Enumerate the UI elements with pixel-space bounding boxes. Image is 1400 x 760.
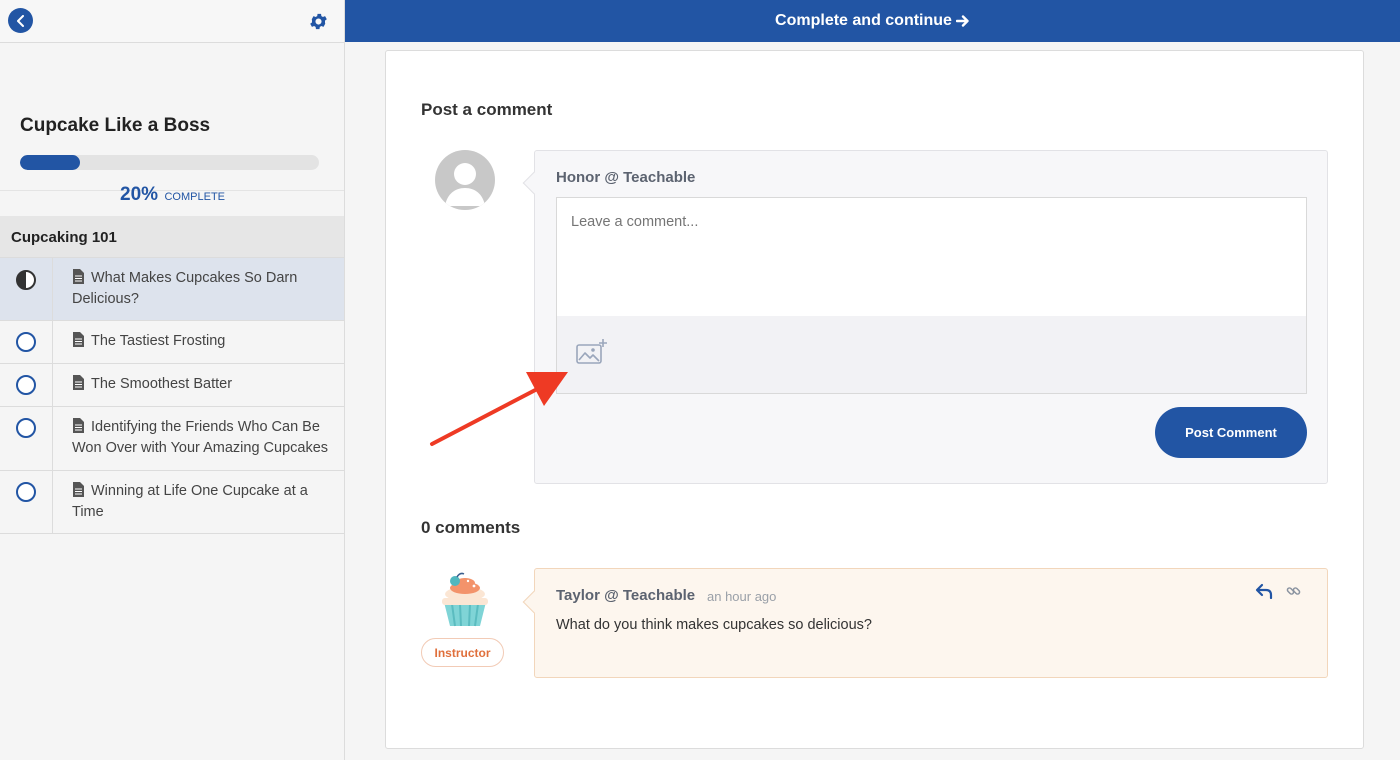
complete-and-continue-button[interactable]: Complete and continue bbox=[345, 0, 1400, 42]
document-icon bbox=[73, 418, 84, 433]
back-button[interactable] bbox=[8, 8, 33, 33]
section-title: Cupcaking 101 bbox=[0, 216, 344, 258]
circle-icon bbox=[16, 482, 36, 502]
lecture-label: Identifying the Friends Who Can Be Won O… bbox=[72, 418, 329, 456]
lecture-label: Winning at Life One Cupcake at a Time bbox=[72, 482, 308, 520]
progress-text: 20% COMPLETE bbox=[0, 184, 345, 206]
current-user-name: Honor @ Teachable bbox=[556, 169, 696, 186]
lecture-status bbox=[0, 321, 53, 363]
comment-author: Taylor @ Teachable bbox=[556, 587, 696, 604]
lecture-item[interactable]: The Smoothest Batter bbox=[0, 364, 344, 407]
reply-icon[interactable] bbox=[1255, 583, 1273, 599]
comments-count: 0 comments bbox=[421, 518, 521, 537]
document-icon bbox=[73, 269, 84, 284]
link-icon[interactable] bbox=[1286, 584, 1301, 599]
comment-body: What do you think makes cupcakes so deli… bbox=[556, 617, 872, 633]
instructor-badge: Instructor bbox=[421, 638, 504, 667]
chevron-left-icon bbox=[16, 14, 24, 27]
lecture-item[interactable]: What Makes Cupcakes So Darn Delicious? bbox=[0, 258, 344, 321]
sidebar-toolbar bbox=[0, 0, 344, 43]
lecture-status bbox=[0, 471, 53, 533]
document-icon bbox=[73, 375, 84, 390]
lecture-item[interactable]: Identifying the Friends Who Can Be Won O… bbox=[0, 407, 344, 471]
lecture-label: The Tastiest Frosting bbox=[72, 331, 330, 352]
lecture-status bbox=[0, 407, 53, 470]
image-add-icon[interactable] bbox=[576, 338, 608, 366]
progress-bar-fill bbox=[20, 155, 80, 170]
lecture-status bbox=[0, 364, 53, 406]
cupcake-avatar bbox=[442, 572, 488, 627]
document-icon bbox=[73, 332, 84, 347]
comment-form: Honor @ Teachable Post Comment bbox=[522, 150, 1328, 484]
post-comment-heading: Post a comment bbox=[421, 100, 553, 119]
half-circle-icon bbox=[16, 270, 36, 290]
course-sidebar: Cupcake Like a Boss 20% COMPLETE Cupcaki… bbox=[0, 0, 345, 760]
avatar bbox=[435, 150, 495, 210]
progress-percent: 20% bbox=[120, 184, 159, 205]
circle-icon bbox=[16, 418, 36, 438]
lecture-item[interactable]: The Tastiest Frosting bbox=[0, 321, 344, 364]
complete-and-continue-label: Complete and continue bbox=[775, 12, 952, 29]
arrow-right-icon bbox=[955, 15, 969, 27]
lecture-item[interactable]: Winning at Life One Cupcake at a Time bbox=[0, 471, 344, 534]
user-silhouette-icon bbox=[445, 163, 485, 206]
document-icon bbox=[73, 482, 84, 497]
course-header: Cupcake Like a Boss 20% COMPLETE bbox=[0, 43, 344, 205]
progress-bar bbox=[20, 155, 319, 170]
comment-input[interactable] bbox=[556, 197, 1307, 317]
lecture-status bbox=[0, 258, 53, 320]
post-comment-button[interactable]: Post Comment bbox=[1155, 407, 1307, 458]
lecture-label: What Makes Cupcakes So Darn Delicious? bbox=[72, 269, 298, 307]
course-title: Cupcake Like a Boss bbox=[20, 115, 211, 136]
circle-icon bbox=[16, 332, 36, 352]
comment-timestamp: an hour ago bbox=[707, 589, 777, 604]
comment-item: Taylor @ Teachable an hour ago What do y… bbox=[522, 568, 1328, 678]
attachment-bar bbox=[556, 316, 1307, 394]
progress-label: COMPLETE bbox=[164, 191, 225, 203]
lecture-label: The Smoothest Batter bbox=[72, 374, 330, 395]
gear-icon[interactable] bbox=[308, 11, 329, 32]
circle-icon bbox=[16, 375, 36, 395]
